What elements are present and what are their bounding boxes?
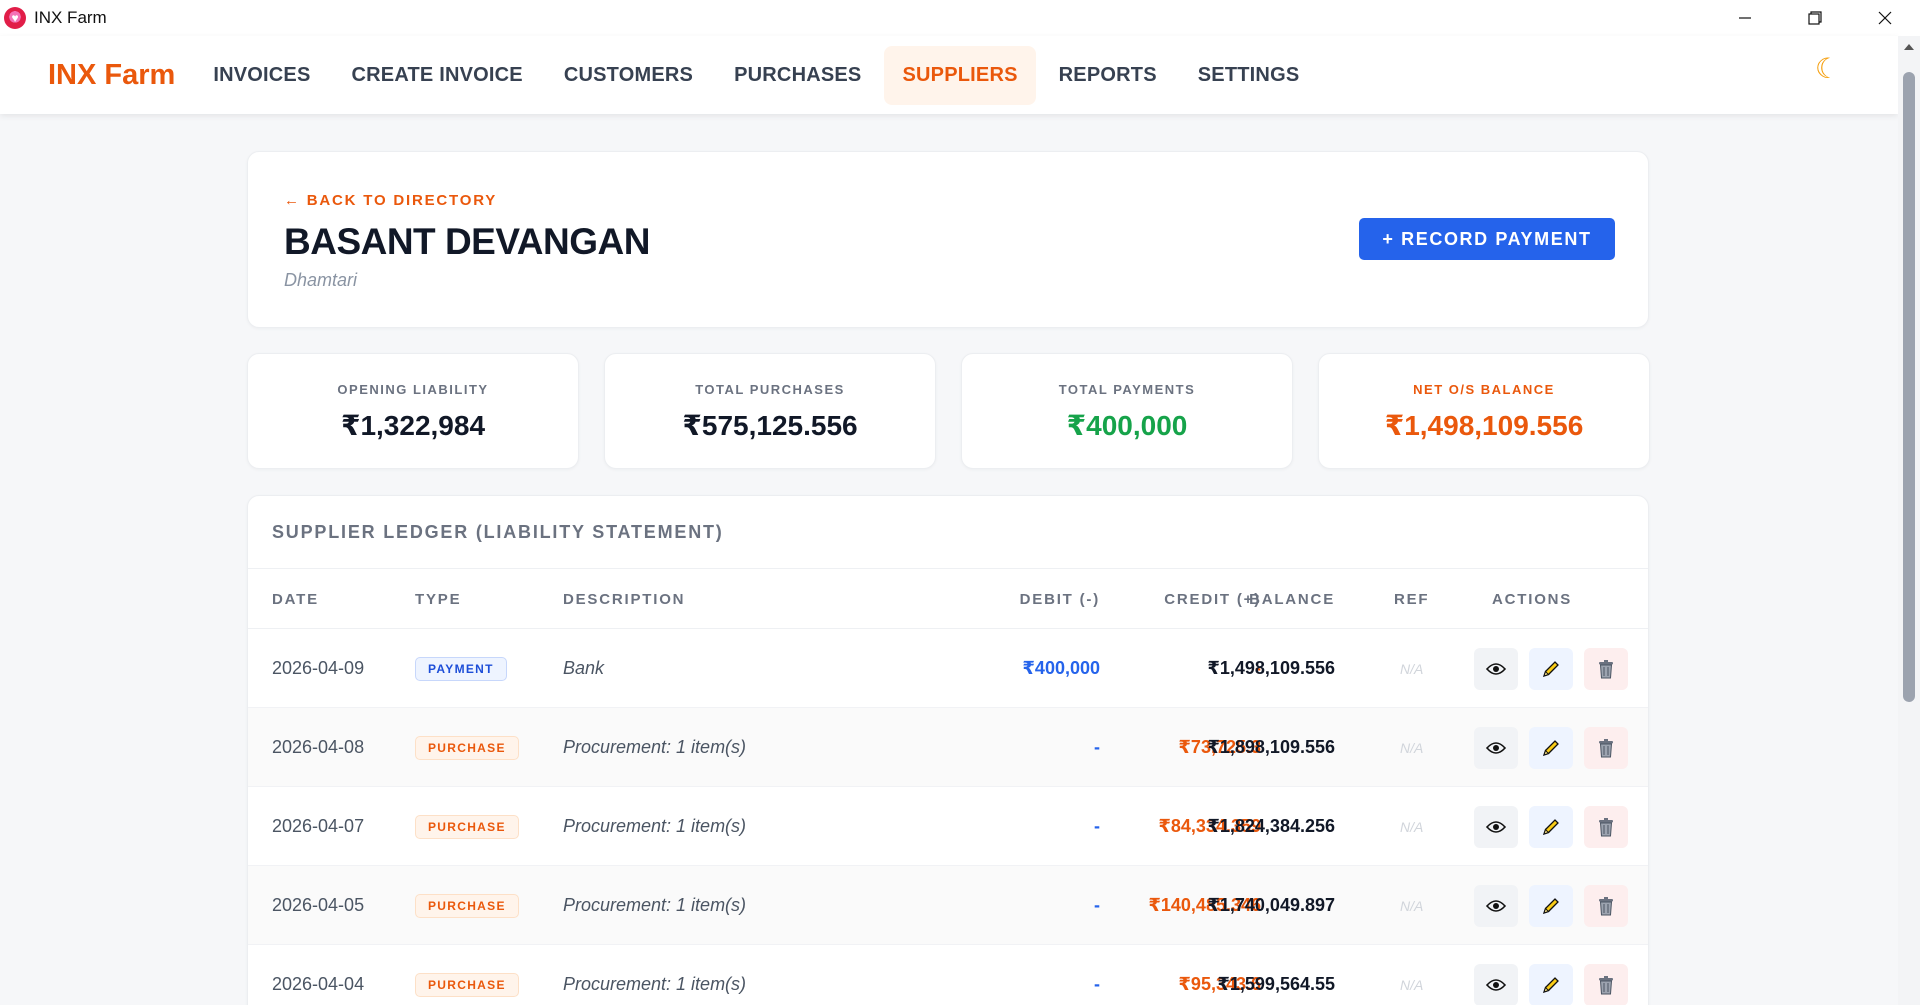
nav-invoices[interactable]: INVOICES bbox=[195, 46, 328, 105]
cell-description: Procurement: 1 item(s) bbox=[563, 895, 747, 915]
cell-balance: ₹1,599,564.55 bbox=[1217, 974, 1335, 994]
table-row: 2026-04-08 PURCHASE Procurement: 1 item(… bbox=[248, 708, 1648, 787]
nav-customers[interactable]: CUSTOMERS bbox=[546, 46, 711, 105]
cell-debit: ₹400,000 bbox=[1022, 658, 1100, 678]
view-eye-icon[interactable] bbox=[1474, 806, 1518, 848]
delete-trash-icon[interactable] bbox=[1584, 648, 1628, 690]
cell-date: 2026-04-05 bbox=[272, 895, 365, 915]
col-debit: DEBIT (-) bbox=[1019, 591, 1100, 608]
dark-mode-moon-icon[interactable]: ☾ bbox=[1815, 52, 1840, 85]
record-payment-button[interactable]: + RECORD PAYMENT bbox=[1359, 218, 1615, 260]
cell-date: 2026-04-07 bbox=[272, 816, 365, 836]
col-date: DATE bbox=[272, 591, 319, 608]
cell-description: Procurement: 1 item(s) bbox=[563, 816, 747, 836]
cell-debit: - bbox=[1094, 974, 1100, 994]
stat-value: ₹1,322,984 bbox=[340, 410, 486, 441]
stat-label: TOTAL PAYMENTS bbox=[1058, 382, 1196, 397]
page-scrollbar[interactable] bbox=[1898, 36, 1920, 1005]
nav-reports[interactable]: REPORTS bbox=[1041, 46, 1175, 105]
nav-purchases[interactable]: PURCHASES bbox=[716, 46, 879, 105]
cell-description: Procurement: 1 item(s) bbox=[563, 974, 747, 994]
type-badge: PURCHASE bbox=[415, 736, 519, 760]
delete-trash-icon[interactable] bbox=[1584, 727, 1628, 769]
delete-trash-icon[interactable] bbox=[1584, 806, 1628, 848]
stat-card-total-payments: TOTAL PAYMENTS ₹400,000 bbox=[961, 353, 1293, 469]
table-row: 2026-04-09 PAYMENT Bank ₹400,000 - ₹1,49… bbox=[248, 629, 1648, 708]
stat-card-opening-liability: OPENING LIABILITY ₹1,322,984 bbox=[247, 353, 579, 469]
restore-icon[interactable] bbox=[1780, 0, 1850, 36]
delete-trash-icon[interactable] bbox=[1584, 885, 1628, 927]
cell-ref: N/A bbox=[1400, 977, 1424, 993]
edit-pencil-icon[interactable] bbox=[1529, 806, 1573, 848]
main-navbar: INX Farm INVOICES CREATE INVOICE CUSTOME… bbox=[0, 36, 1898, 114]
view-eye-icon[interactable] bbox=[1474, 648, 1518, 690]
cell-ref: N/A bbox=[1400, 819, 1424, 835]
nav-suppliers[interactable]: SUPPLIERS bbox=[884, 45, 1036, 105]
edit-pencil-icon[interactable] bbox=[1529, 964, 1573, 1005]
minimize-icon[interactable] bbox=[1710, 0, 1780, 36]
delete-trash-icon[interactable] bbox=[1584, 964, 1628, 1005]
edit-pencil-icon[interactable] bbox=[1529, 727, 1573, 769]
nav-settings[interactable]: SETTINGS bbox=[1180, 46, 1318, 105]
cell-ref: N/A bbox=[1400, 661, 1424, 677]
cell-debit: - bbox=[1094, 895, 1100, 915]
close-icon[interactable] bbox=[1850, 0, 1920, 36]
cell-description: Procurement: 1 item(s) bbox=[563, 737, 747, 757]
cell-date: 2026-04-04 bbox=[272, 974, 365, 994]
view-eye-icon[interactable] bbox=[1474, 885, 1518, 927]
brand-logo[interactable]: INX Farm bbox=[48, 59, 175, 92]
type-badge: PURCHASE bbox=[415, 815, 519, 839]
col-type: TYPE bbox=[415, 591, 462, 608]
type-badge: PURCHASE bbox=[415, 973, 519, 997]
cell-description: Bank bbox=[563, 658, 605, 678]
stat-label: NET O/S BALANCE bbox=[1413, 382, 1555, 397]
supplier-name: BASANT DEVANGAN bbox=[284, 221, 650, 262]
cell-balance: ₹1,740,049.897 bbox=[1207, 895, 1335, 915]
cell-balance: ₹1,824,384.256 bbox=[1207, 816, 1335, 836]
type-badge: PAYMENT bbox=[415, 657, 507, 681]
stat-card-net-balance: NET O/S BALANCE ₹1,498,109.556 bbox=[1318, 353, 1650, 469]
ledger-body: 2026-04-09 PAYMENT Bank ₹400,000 - ₹1,49… bbox=[248, 629, 1648, 1005]
table-row: 2026-04-04 PURCHASE Procurement: 1 item(… bbox=[248, 945, 1648, 1005]
cell-date: 2026-04-09 bbox=[272, 658, 365, 678]
supplier-location: Dhamtari bbox=[284, 270, 358, 290]
stat-card-total-purchases: TOTAL PURCHASES ₹575,125.556 bbox=[604, 353, 936, 469]
table-row: 2026-04-07 PURCHASE Procurement: 1 item(… bbox=[248, 787, 1648, 866]
view-eye-icon[interactable] bbox=[1474, 727, 1518, 769]
cell-balance: ₹1,898,109.556 bbox=[1207, 737, 1335, 757]
scroll-up-arrow-icon[interactable] bbox=[1904, 44, 1914, 50]
window-title: INX Farm bbox=[34, 8, 107, 27]
stat-value: ₹575,125.556 bbox=[682, 410, 858, 441]
edit-pencil-icon[interactable] bbox=[1529, 648, 1573, 690]
col-credit: CREDIT (+) bbox=[1164, 591, 1261, 608]
col-balance: BALANCE bbox=[1249, 591, 1335, 608]
cell-ref: N/A bbox=[1400, 898, 1424, 914]
edit-pencil-icon[interactable] bbox=[1529, 885, 1573, 927]
window-titlebar: ♥ INX Farm bbox=[0, 0, 1920, 36]
view-eye-icon[interactable] bbox=[1474, 964, 1518, 1005]
ledger-title: SUPPLIER LEDGER (LIABILITY STATEMENT) bbox=[248, 496, 1648, 569]
cell-balance: ₹1,498,109.556 bbox=[1207, 658, 1335, 678]
cell-debit: - bbox=[1094, 816, 1100, 836]
col-description: DESCRIPTION bbox=[563, 591, 686, 608]
stat-label: OPENING LIABILITY bbox=[337, 382, 489, 397]
window-controls bbox=[1710, 0, 1920, 36]
scroll-thumb[interactable] bbox=[1903, 72, 1915, 702]
app-logo-icon: ♥ bbox=[4, 7, 26, 29]
table-row: 2026-04-05 PURCHASE Procurement: 1 item(… bbox=[248, 866, 1648, 945]
cell-debit: - bbox=[1094, 737, 1100, 757]
stat-value: ₹1,498,109.556 bbox=[1384, 410, 1584, 441]
stat-label: TOTAL PURCHASES bbox=[695, 382, 845, 397]
col-actions: ACTIONS bbox=[1492, 591, 1573, 608]
col-ref: REF bbox=[1394, 591, 1430, 608]
back-to-directory-link[interactable]: ← BACK TO DIRECTORY bbox=[284, 192, 497, 209]
cell-date: 2026-04-08 bbox=[272, 737, 365, 757]
ledger-header-row: DATE TYPE DESCRIPTION DEBIT (-) CREDIT (… bbox=[248, 569, 1648, 629]
stat-value: ₹400,000 bbox=[1066, 410, 1188, 441]
cell-ref: N/A bbox=[1400, 740, 1424, 756]
type-badge: PURCHASE bbox=[415, 894, 519, 918]
supplier-header-card: ← BACK TO DIRECTORY BASANT DEVANGAN Dham… bbox=[247, 151, 1649, 328]
nav-create-invoice[interactable]: CREATE INVOICE bbox=[334, 46, 541, 105]
supplier-ledger-card: SUPPLIER LEDGER (LIABILITY STATEMENT) DA… bbox=[247, 495, 1649, 1005]
